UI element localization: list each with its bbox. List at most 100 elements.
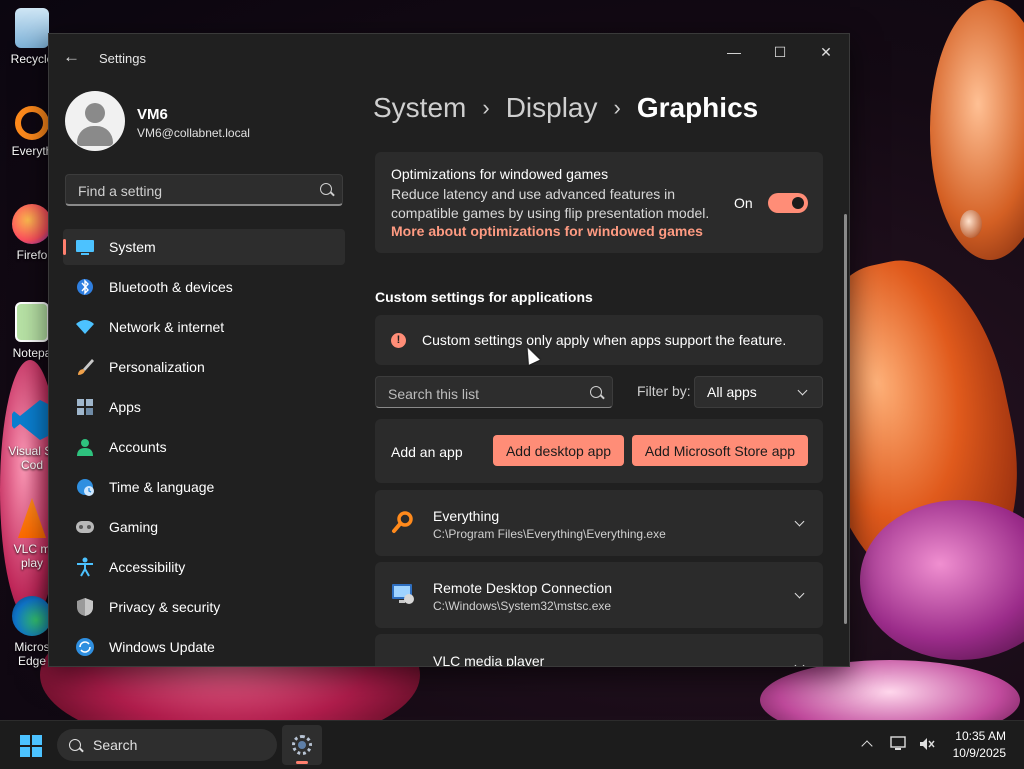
list-search	[375, 376, 613, 408]
custom-settings-heading: Custom settings for applications	[375, 289, 593, 305]
gamepad-icon	[75, 517, 95, 537]
taskbar-search-label: Search	[93, 737, 138, 753]
sidebar-item-bluetooth[interactable]: Bluetooth & devices	[63, 269, 345, 305]
desktop-icon-label: VLC m play	[13, 542, 51, 570]
windowed-games-title: Optimizations for windowed games	[391, 166, 609, 182]
info-icon: !	[391, 333, 406, 348]
add-app-card: Add an app Add desktop app Add Microsoft…	[375, 419, 823, 483]
content-scrollbar[interactable]	[844, 214, 847, 624]
taskbar-settings-app[interactable]	[282, 725, 322, 765]
app-name: Remote Desktop Connection	[433, 580, 612, 596]
network-icon[interactable]	[890, 736, 908, 752]
desktop-icon-label: Micros Edge	[14, 640, 50, 668]
filter-value: All apps	[707, 384, 757, 400]
apps-icon	[75, 397, 95, 417]
title-bar: ← Settings — ☐ ✕	[49, 34, 849, 82]
filter-dropdown[interactable]: All apps	[694, 376, 823, 408]
breadcrumb-system[interactable]: System	[373, 92, 466, 124]
breadcrumb-display[interactable]: Display	[506, 92, 598, 124]
info-text: Custom settings only apply when apps sup…	[422, 332, 787, 348]
sidebar-item-gaming[interactable]: Gaming	[63, 509, 345, 545]
app-list-item[interactable]: Everything C:\Program Files\Everything\E…	[375, 490, 823, 556]
sidebar-item-time-language[interactable]: Time & language	[63, 469, 345, 505]
shield-icon	[75, 597, 95, 617]
sidebar-item-apps[interactable]: Apps	[63, 389, 345, 425]
chevron-down-icon[interactable]	[794, 588, 805, 599]
profile-email: VM6@collabnet.local	[137, 126, 250, 140]
windowed-games-description: Reduce latency and use advanced features…	[391, 186, 710, 221]
add-app-label: Add an app	[391, 444, 463, 460]
sidebar-item-system[interactable]: System	[63, 229, 345, 265]
edge-icon	[12, 596, 52, 636]
profile-name: VM6	[137, 106, 168, 123]
app-list-item[interactable]: VLC media player	[375, 634, 823, 666]
app-list-item[interactable]: Remote Desktop Connection C:\Windows\Sys…	[375, 562, 823, 628]
minimize-button[interactable]: —	[711, 36, 757, 68]
sidebar-nav: System Bluetooth & devices Network & int…	[63, 229, 345, 666]
avatar-body	[77, 126, 113, 146]
sidebar-item-accounts[interactable]: Accounts	[63, 429, 345, 465]
avatar[interactable]	[65, 91, 125, 151]
magnifier-icon	[391, 510, 415, 534]
sidebar-item-label: Privacy & security	[109, 599, 221, 615]
chevron-down-icon[interactable]	[794, 516, 805, 527]
person-icon	[75, 437, 95, 457]
info-card: ! Custom settings only apply when apps s…	[375, 315, 823, 365]
monitor-icon	[75, 237, 95, 257]
sidebar-item-windows-update[interactable]: Windows Update	[63, 629, 345, 665]
clock-date[interactable]: 10/9/2025	[953, 746, 1006, 760]
chevron-up-icon[interactable]	[861, 740, 873, 752]
sidebar-item-privacy[interactable]: Privacy & security	[63, 589, 345, 625]
windows-logo-icon	[20, 735, 30, 745]
desktop-icon-label: Recycle	[10, 52, 54, 66]
accessibility-icon	[75, 557, 95, 577]
toggle-state-label: On	[734, 195, 753, 211]
recycle-bin-icon	[15, 8, 49, 48]
sidebar-item-label: Apps	[109, 399, 141, 415]
maximize-button[interactable]: ☐	[757, 36, 803, 68]
search-icon	[320, 183, 332, 195]
sidebar-item-accessibility[interactable]: Accessibility	[63, 549, 345, 585]
taskbar-search[interactable]: Search	[57, 729, 277, 761]
app-name: Everything	[433, 508, 500, 524]
add-store-app-button[interactable]: Add Microsoft Store app	[632, 435, 808, 466]
sidebar-item-label: Network & internet	[109, 319, 225, 335]
breadcrumb-separator-icon: ›	[613, 95, 621, 120]
remote-desktop-icon	[391, 582, 415, 606]
back-arrow-icon[interactable]: ←	[63, 47, 83, 67]
magnifier-icon	[15, 106, 49, 140]
desktop-icon-label: Notepa	[12, 346, 52, 360]
search-icon	[590, 386, 602, 398]
chevron-down-icon	[797, 385, 808, 396]
windows-logo-icon	[20, 747, 30, 757]
firefox-icon	[12, 204, 52, 244]
clock-time[interactable]: 10:35 AM	[955, 729, 1006, 743]
toggle-knob	[792, 197, 804, 209]
notepad-icon	[15, 302, 49, 342]
sidebar-item-network[interactable]: Network & internet	[63, 309, 345, 345]
add-desktop-app-button[interactable]: Add desktop app	[493, 435, 624, 466]
windowed-games-link[interactable]: More about optimizations for windowed ga…	[391, 223, 703, 239]
sidebar-item-label: System	[109, 239, 156, 255]
vscode-icon	[12, 400, 52, 440]
sidebar-item-personalization[interactable]: Personalization	[63, 349, 345, 385]
sidebar-item-label: Bluetooth & devices	[109, 279, 233, 295]
sidebar-item-label: Personalization	[109, 359, 205, 375]
page-title: Graphics	[636, 92, 759, 123]
sidebar-item-label: Gaming	[109, 519, 159, 535]
find-setting-input[interactable]	[76, 181, 310, 201]
search-list-input[interactable]	[386, 384, 580, 404]
update-icon	[75, 637, 95, 657]
close-button[interactable]: ✕	[803, 36, 849, 68]
app-path: C:\Windows\System32\mstsc.exe	[433, 599, 612, 613]
start-button[interactable]	[20, 735, 42, 757]
windowed-games-toggle[interactable]	[768, 193, 808, 213]
brush-icon	[75, 357, 95, 377]
sidebar-item-label: Time & language	[109, 479, 215, 495]
chevron-down-icon[interactable]	[794, 660, 805, 666]
filter-label: Filter by:	[637, 383, 691, 399]
vlc-cone-icon	[391, 654, 415, 666]
settings-window: ← Settings — ☐ ✕ VM6 VM6@collabnet.local…	[48, 33, 850, 667]
desktop-icon-label: Everyth	[11, 144, 53, 158]
volume-muted-icon[interactable]	[918, 736, 936, 752]
